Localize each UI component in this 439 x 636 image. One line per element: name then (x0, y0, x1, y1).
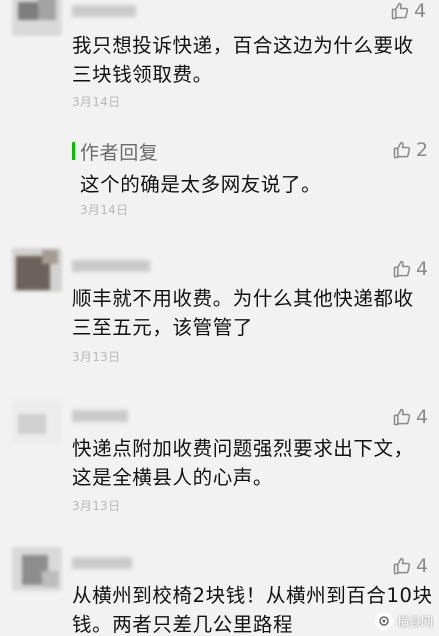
thumbs-up-icon (393, 557, 411, 575)
comment-text: 从横州到校椅2块钱！从横州到百合10块 钱。两者只差几公里路程 (72, 584, 433, 636)
thumbs-up-icon (393, 141, 411, 159)
comment-text: 快递点附加收费问题强烈要求出下文， 这是全横县人的心声。 (72, 437, 414, 489)
like-button[interactable]: 4 (390, 0, 426, 22)
like-count: 4 (416, 406, 429, 428)
avatar[interactable] (12, 0, 62, 36)
like-count: 4 (414, 0, 427, 22)
thumbs-up-icon (393, 260, 411, 278)
like-count: 4 (416, 258, 429, 280)
watermark-text: 横县网 (396, 614, 433, 629)
avatar[interactable] (12, 547, 62, 591)
thumbs-up-icon (393, 408, 411, 426)
avatar[interactable] (12, 248, 62, 292)
like-button[interactable]: 4 (392, 406, 428, 428)
reply-indicator (72, 142, 75, 160)
watermark: 横县网 (374, 612, 433, 630)
commenter-name (72, 5, 136, 17)
commenter-name (72, 260, 150, 272)
like-count: 2 (416, 139, 429, 161)
logo-icon (374, 612, 393, 630)
thumbs-up-icon (391, 2, 409, 20)
avatar[interactable] (12, 400, 62, 444)
reply-date: 3月14日 (80, 203, 129, 217)
reply-text: 这个的确是太多网友说了。 (80, 173, 322, 196)
reply-like-button[interactable]: 2 (392, 139, 428, 161)
like-button[interactable]: 4 (392, 258, 428, 280)
commenter-name (72, 410, 128, 422)
author-reply-label: 作者回复 (80, 142, 159, 164)
commenter-name (72, 557, 132, 569)
comment-date: 3月14日 (72, 95, 121, 109)
comment-date: 3月13日 (72, 350, 121, 364)
comment-list: 4 我只想投诉快递，百合这边为什么要收 三块钱领取费。 3月14日 作者回复 2… (0, 0, 439, 636)
comment-date: 3月13日 (72, 499, 121, 513)
like-count: 4 (416, 555, 429, 577)
like-button[interactable]: 4 (392, 555, 428, 577)
comment-text: 顺丰就不用收费。为什么其他快递都收 三至五元，该管管了 (72, 287, 414, 339)
comment-text: 我只想投诉快递，百合这边为什么要收 三块钱领取费。 (72, 34, 414, 86)
